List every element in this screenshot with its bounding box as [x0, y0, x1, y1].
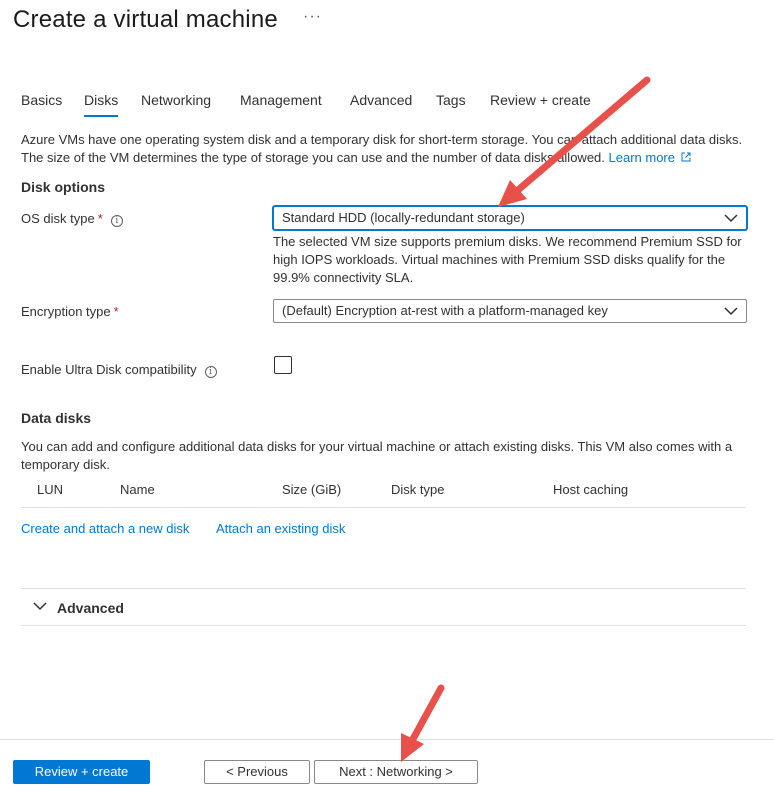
learn-more-link[interactable]: Learn more — [609, 150, 691, 165]
footer-bar: Review + create < Previous Next : Networ… — [0, 739, 774, 796]
os-disk-type-value: Standard HDD (locally-redundant storage) — [282, 210, 525, 225]
required-marker: * — [113, 304, 119, 319]
intro-text: Azure VMs have one operating system disk… — [21, 131, 751, 167]
column-disk-type: Disk type — [391, 482, 445, 497]
info-icon[interactable]: i — [110, 215, 123, 227]
annotation-arrow-os-disk — [498, 76, 651, 207]
chevron-down-icon — [724, 307, 738, 316]
encryption-type-dropdown[interactable]: (Default) Encryption at-rest with a plat… — [273, 299, 747, 323]
tab-management[interactable]: Management — [240, 92, 322, 118]
data-disks-table-header: LUN Name Size (GiB) Disk type Host cachi… — [21, 482, 746, 508]
advanced-section-label: Advanced — [57, 600, 124, 616]
tab-basics[interactable]: Basics — [21, 92, 62, 118]
os-disk-type-label: OS disk type * i — [21, 211, 123, 227]
data-disks-heading: Data disks — [21, 410, 92, 426]
tab-review-create[interactable]: Review + create — [490, 92, 591, 118]
os-disk-type-dropdown[interactable]: Standard HDD (locally-redundant storage) — [273, 206, 747, 230]
info-icon[interactable]: i — [204, 366, 217, 378]
encryption-type-text: Encryption type — [21, 304, 111, 319]
column-lun: LUN — [37, 482, 64, 497]
column-size: Size (GiB) — [282, 482, 342, 497]
tab-networking[interactable]: Networking — [141, 92, 211, 118]
intro-line-2: The size of the VM determines the type o… — [21, 150, 605, 165]
tab-tags[interactable]: Tags — [436, 92, 466, 118]
data-disks-description: You can add and configure additional dat… — [21, 439, 733, 472]
tab-advanced[interactable]: Advanced — [350, 92, 412, 118]
column-name: Name — [120, 482, 155, 497]
column-host-caching: Host caching — [553, 482, 629, 497]
previous-button[interactable]: < Previous — [204, 760, 310, 784]
os-disk-type-text: OS disk type — [21, 211, 95, 226]
os-disk-type-helper: The selected VM size supports premium di… — [273, 234, 742, 285]
more-options-icon[interactable]: ··· — [303, 8, 322, 26]
encryption-type-value: (Default) Encryption at-rest with a plat… — [282, 303, 608, 318]
chevron-down-icon — [33, 602, 47, 611]
encryption-type-label: Encryption type * — [21, 304, 119, 319]
page-title: Create a virtual machine — [13, 6, 278, 33]
tab-disks[interactable]: Disks — [84, 92, 119, 118]
annotation-arrow-next — [401, 684, 445, 762]
attach-existing-disk-link[interactable]: Attach an existing disk — [216, 521, 345, 536]
external-link-icon — [681, 152, 691, 162]
chevron-down-icon — [724, 214, 738, 223]
disk-options-heading: Disk options — [21, 179, 106, 195]
review-create-button[interactable]: Review + create — [13, 760, 150, 784]
ultra-disk-checkbox[interactable] — [274, 356, 292, 374]
ultra-disk-label: Enable Ultra Disk compatibility i — [21, 362, 217, 378]
next-networking-button[interactable]: Next : Networking > — [314, 760, 478, 784]
required-marker: * — [97, 211, 103, 226]
advanced-section-toggle[interactable]: Advanced — [21, 588, 746, 626]
ultra-disk-text: Enable Ultra Disk compatibility — [21, 362, 197, 377]
create-attach-disk-link[interactable]: Create and attach a new disk — [21, 521, 189, 536]
learn-more-label: Learn more — [608, 150, 675, 165]
intro-line-1: Azure VMs have one operating system disk… — [21, 132, 743, 147]
